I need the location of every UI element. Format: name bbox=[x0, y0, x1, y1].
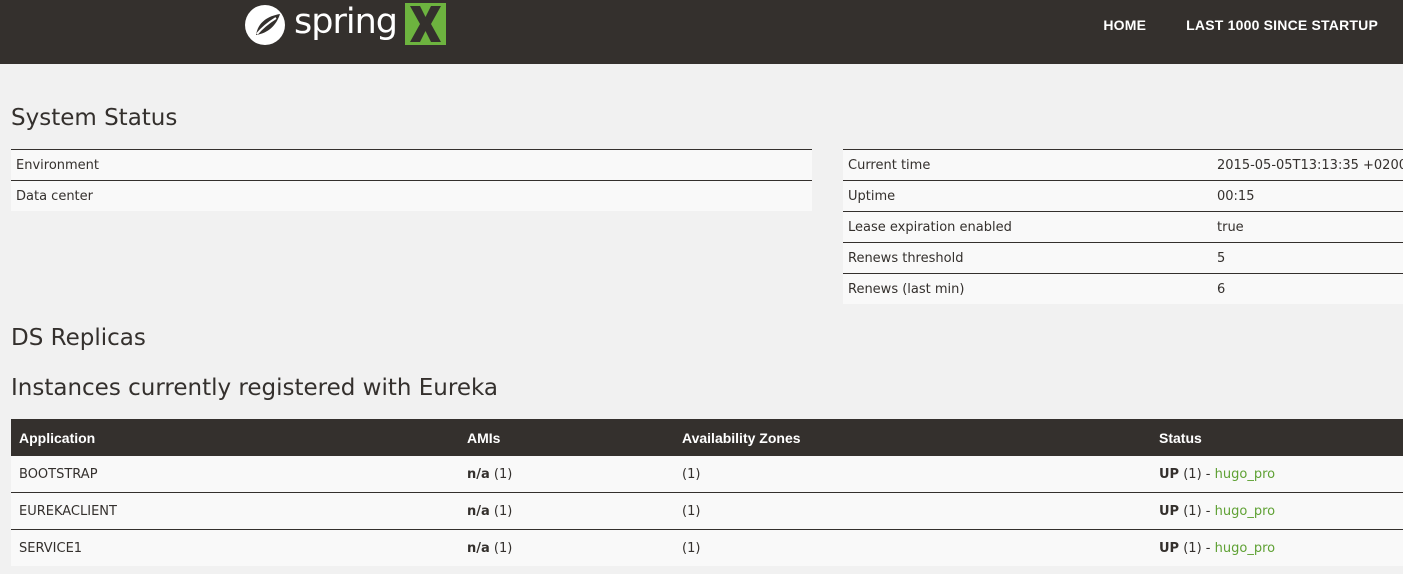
spring-logo-text: spring bbox=[294, 2, 398, 42]
system-status-heading: System Status bbox=[11, 105, 178, 131]
instance-link[interactable]: hugo_pro bbox=[1215, 541, 1275, 556]
column-header-application: Application bbox=[11, 419, 459, 456]
data-center-row: Data center bbox=[11, 180, 812, 211]
ami-count: (1) bbox=[493, 503, 513, 519]
zones-cell: (1) bbox=[674, 529, 1151, 566]
server-info-table: Current time 2015-05-05T13:13:35 +0200 U… bbox=[843, 149, 1403, 304]
current-time-row: Current time 2015-05-05T13:13:35 +0200 bbox=[843, 149, 1403, 181]
column-header-amis: AMIs bbox=[459, 419, 674, 456]
environment-row: Environment bbox=[11, 149, 812, 181]
ami-count: (1) bbox=[493, 466, 513, 482]
instance-link[interactable]: hugo_pro bbox=[1215, 504, 1275, 519]
environment-value bbox=[734, 149, 812, 181]
uptime-row: Uptime 00:15 bbox=[843, 180, 1403, 212]
table-row: EUREKACLIENT n/a (1) (1) UP (1) - hugo_p… bbox=[11, 492, 1403, 530]
status-label: UP bbox=[1159, 466, 1180, 482]
uptime-value: 00:15 bbox=[1212, 180, 1403, 212]
column-header-status: Status bbox=[1151, 419, 1403, 456]
instances-header-row: Application AMIs Availability Zones Stat… bbox=[11, 419, 1403, 456]
application-name: BOOTSTRAP bbox=[11, 456, 459, 493]
spring-leaf-icon bbox=[245, 5, 285, 45]
ds-replicas-heading: DS Replicas bbox=[11, 325, 146, 351]
ami-label: n/a bbox=[467, 503, 490, 519]
table-row: BOOTSTRAP n/a (1) (1) UP (1) - hugo_pro bbox=[11, 456, 1403, 493]
status-count: (1) bbox=[1183, 466, 1202, 482]
data-center-value bbox=[734, 180, 812, 211]
navbar: spring HOME LAST 1000 SINCE STARTUP bbox=[0, 0, 1403, 64]
data-center-label: Data center bbox=[11, 180, 735, 211]
amis-cell: n/a (1) bbox=[459, 456, 674, 493]
zones-cell: (1) bbox=[674, 492, 1151, 530]
zones-cell: (1) bbox=[674, 456, 1151, 493]
environment-label: Environment bbox=[11, 149, 735, 181]
status-cell: UP (1) - hugo_pro bbox=[1151, 492, 1403, 530]
status-separator: - bbox=[1205, 540, 1211, 556]
renews-last-min-row: Renews (last min) 6 bbox=[843, 273, 1403, 304]
status-cell: UP (1) - hugo_pro bbox=[1151, 529, 1403, 566]
status-count: (1) bbox=[1183, 503, 1202, 519]
renews-threshold-label: Renews threshold bbox=[843, 242, 1212, 274]
renews-threshold-value: 5 bbox=[1212, 242, 1403, 274]
column-header-availability-zones: Availability Zones bbox=[674, 419, 1151, 456]
amis-cell: n/a (1) bbox=[459, 529, 674, 566]
ami-count: (1) bbox=[493, 540, 513, 556]
lease-expiration-row: Lease expiration enabled true bbox=[843, 211, 1403, 243]
x-logo-icon bbox=[404, 3, 446, 45]
nav-links: HOME LAST 1000 SINCE STARTUP bbox=[1103, 17, 1378, 33]
application-name: EUREKACLIENT bbox=[11, 492, 459, 530]
current-time-label: Current time bbox=[843, 149, 1212, 181]
ami-label: n/a bbox=[467, 466, 490, 482]
lease-expiration-label: Lease expiration enabled bbox=[843, 211, 1212, 243]
status-label: UP bbox=[1159, 540, 1180, 556]
environment-table: Environment Data center bbox=[11, 149, 812, 211]
table-row: SERVICE1 n/a (1) (1) UP (1) - hugo_pro bbox=[11, 529, 1403, 566]
status-separator: - bbox=[1205, 503, 1211, 519]
instances-table: Application AMIs Availability Zones Stat… bbox=[11, 419, 1403, 566]
amis-cell: n/a (1) bbox=[459, 492, 674, 530]
renews-threshold-row: Renews threshold 5 bbox=[843, 242, 1403, 274]
instance-link[interactable]: hugo_pro bbox=[1215, 467, 1275, 482]
status-separator: - bbox=[1205, 466, 1211, 482]
spring-logo[interactable]: spring bbox=[242, 2, 446, 46]
nav-last-1000-link[interactable]: LAST 1000 SINCE STARTUP bbox=[1186, 17, 1378, 33]
lease-expiration-value: true bbox=[1212, 211, 1403, 243]
uptime-label: Uptime bbox=[843, 180, 1212, 212]
nav-home-link[interactable]: HOME bbox=[1103, 17, 1146, 33]
renews-last-min-label: Renews (last min) bbox=[843, 273, 1212, 304]
status-label: UP bbox=[1159, 503, 1180, 519]
renews-last-min-value: 6 bbox=[1212, 273, 1403, 304]
status-cell: UP (1) - hugo_pro bbox=[1151, 456, 1403, 493]
application-name: SERVICE1 bbox=[11, 529, 459, 566]
status-count: (1) bbox=[1183, 540, 1202, 556]
current-time-value: 2015-05-05T13:13:35 +0200 bbox=[1212, 149, 1403, 181]
ami-label: n/a bbox=[467, 540, 490, 556]
instances-heading: Instances currently registered with Eure… bbox=[11, 375, 498, 401]
